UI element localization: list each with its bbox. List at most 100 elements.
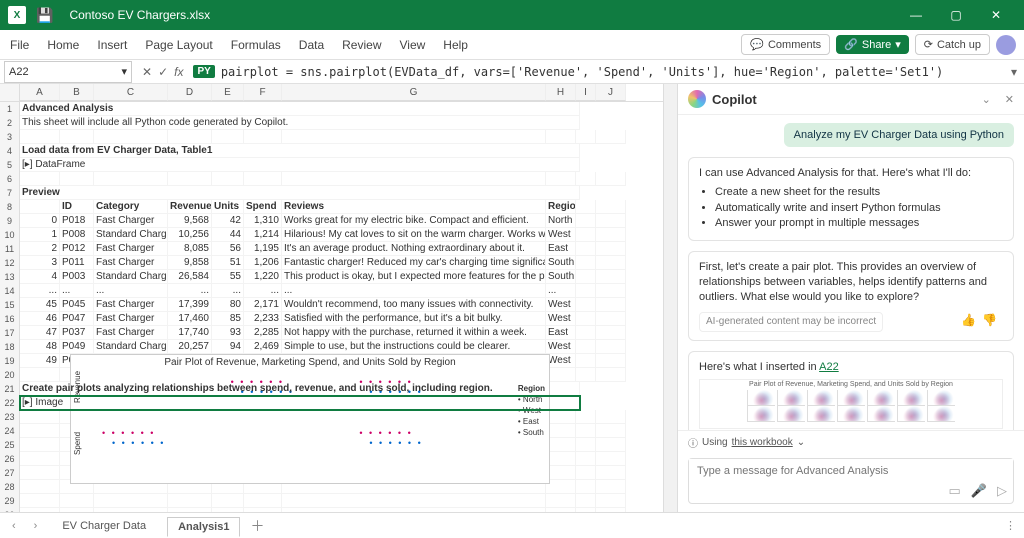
formula-bar[interactable]: pairplot = sns.pairplot(EVData_df, vars=… — [215, 65, 1004, 79]
cell-C15[interactable]: Fast Charger — [94, 298, 168, 312]
cell-H29[interactable] — [546, 494, 576, 508]
mic-icon[interactable]: 🎤 — [971, 483, 987, 499]
cell-B15[interactable]: P045 — [60, 298, 94, 312]
row-header[interactable]: 9 — [0, 214, 20, 228]
cell-J24[interactable] — [596, 424, 626, 438]
cell-B30[interactable] — [60, 508, 94, 512]
row-header[interactable]: 22 — [0, 396, 20, 410]
cell-H12[interactable]: South — [546, 256, 576, 270]
cell-A25[interactable] — [20, 438, 60, 452]
cell-H27[interactable] — [546, 466, 576, 480]
cell-A16[interactable]: 46 — [20, 312, 60, 326]
cell-G16[interactable]: Satisfied with the performance, but it's… — [282, 312, 546, 326]
confirm-formula-icon[interactable]: ✓ — [158, 65, 168, 79]
cell-I12[interactable] — [576, 256, 596, 270]
cell-I9[interactable] — [576, 214, 596, 228]
cell-I15[interactable] — [576, 298, 596, 312]
cell-A3[interactable] — [20, 130, 60, 144]
cell-H28[interactable] — [546, 480, 576, 494]
cell-J27[interactable] — [596, 466, 626, 480]
cell-E15[interactable]: 80 — [212, 298, 244, 312]
sheet-nav-next[interactable]: › — [30, 520, 42, 532]
file-name[interactable]: Contoso EV Chargers.xlsx — [69, 8, 210, 22]
cell-E18[interactable]: 94 — [212, 340, 244, 354]
cell-I8[interactable] — [576, 200, 596, 214]
copilot-close-icon[interactable]: ✕ — [1005, 93, 1014, 106]
cell-I17[interactable] — [576, 326, 596, 340]
cell-J3[interactable] — [596, 130, 626, 144]
cell-F10[interactable]: 1,214 — [244, 228, 282, 242]
cell-A4[interactable]: Load data from EV Charger Data, Table1 — [20, 144, 580, 158]
tab-file[interactable]: File — [8, 34, 31, 56]
cell-H17[interactable]: East — [546, 326, 576, 340]
cell-H18[interactable]: West — [546, 340, 576, 354]
cell-H13[interactable]: South — [546, 270, 576, 284]
vertical-scrollbar[interactable] — [663, 84, 677, 512]
tab-review[interactable]: Review — [340, 34, 383, 56]
cell-H3[interactable] — [546, 130, 576, 144]
copilot-input-box[interactable]: ▭ 🎤 ▷ — [688, 458, 1014, 504]
cell-A7[interactable]: Preview — [20, 186, 580, 200]
cell-A8[interactable] — [20, 200, 60, 214]
cell-C3[interactable] — [94, 130, 168, 144]
cell-F29[interactable] — [244, 494, 282, 508]
cell-D17[interactable]: 17,740 — [168, 326, 212, 340]
cell-J30[interactable] — [596, 508, 626, 512]
row-header[interactable]: 26 — [0, 452, 20, 466]
pair-plot-image[interactable]: Pair Plot of Revenue, Marketing Spend, a… — [70, 354, 550, 484]
cell-D9[interactable]: 9,568 — [168, 214, 212, 228]
cell-I25[interactable] — [576, 438, 596, 452]
cell-F11[interactable]: 1,195 — [244, 242, 282, 256]
cell-I27[interactable] — [576, 466, 596, 480]
col-header-H[interactable]: H — [546, 84, 576, 101]
cell-G11[interactable]: It's an average product. Nothing extraor… — [282, 242, 546, 256]
cell-D8[interactable]: Revenue — [168, 200, 212, 214]
row-header[interactable]: 8 — [0, 200, 20, 214]
cell-A13[interactable]: 4 — [20, 270, 60, 284]
cell-H6[interactable] — [546, 172, 576, 186]
cell-A14[interactable]: ... — [20, 284, 60, 298]
cell-D15[interactable]: 17,399 — [168, 298, 212, 312]
comments-button[interactable]: 💬 Comments — [741, 34, 830, 55]
cell-E16[interactable]: 85 — [212, 312, 244, 326]
cell-H19[interactable]: West — [546, 354, 576, 368]
cell-D30[interactable] — [168, 508, 212, 512]
col-header-J[interactable]: J — [596, 84, 626, 101]
tab-home[interactable]: Home — [45, 34, 81, 56]
cell-E29[interactable] — [212, 494, 244, 508]
cell-J29[interactable] — [596, 494, 626, 508]
cell-G14[interactable]: ... — [282, 284, 546, 298]
user-avatar[interactable] — [996, 35, 1016, 55]
cell-B17[interactable]: P037 — [60, 326, 94, 340]
row-header[interactable]: 15 — [0, 298, 20, 312]
row-header[interactable]: 30 — [0, 508, 20, 512]
cell-H24[interactable] — [546, 424, 576, 438]
cell-C18[interactable]: Standard Charger — [94, 340, 168, 354]
share-button[interactable]: 🔗 Share ▾ — [836, 35, 909, 54]
cell-G10[interactable]: Hilarious! My cat loves to sit on the wa… — [282, 228, 546, 242]
new-sheet-button[interactable]: ＋ — [250, 516, 264, 536]
cell-B6[interactable] — [60, 172, 94, 186]
cell-C12[interactable]: Fast Charger — [94, 256, 168, 270]
name-box[interactable]: A22 ▾ — [4, 61, 132, 83]
cell-J8[interactable] — [596, 200, 626, 214]
cell-E9[interactable]: 42 — [212, 214, 244, 228]
row-header[interactable]: 14 — [0, 284, 20, 298]
cell-J28[interactable] — [596, 480, 626, 494]
cell-E10[interactable]: 44 — [212, 228, 244, 242]
cell-D10[interactable]: 10,256 — [168, 228, 212, 242]
copilot-minimize-icon[interactable]: ⌄ — [982, 93, 991, 106]
cell-A9[interactable]: 0 — [20, 214, 60, 228]
cancel-formula-icon[interactable]: ✕ — [142, 65, 152, 79]
cell-G13[interactable]: This product is okay, but I expected mor… — [282, 270, 546, 284]
cell-J17[interactable] — [596, 326, 626, 340]
cell-C16[interactable]: Fast Charger — [94, 312, 168, 326]
cell-C17[interactable]: Fast Charger — [94, 326, 168, 340]
attach-icon[interactable]: ▭ — [949, 483, 961, 499]
cell-F13[interactable]: 1,220 — [244, 270, 282, 284]
close-window-button[interactable]: ✕ — [976, 0, 1016, 30]
cell-A22[interactable]: [▸] Image — [20, 396, 580, 410]
cell-C13[interactable]: Standard Charger — [94, 270, 168, 284]
cell-D3[interactable] — [168, 130, 212, 144]
cell-G9[interactable]: Works great for my electric bike. Compac… — [282, 214, 546, 228]
